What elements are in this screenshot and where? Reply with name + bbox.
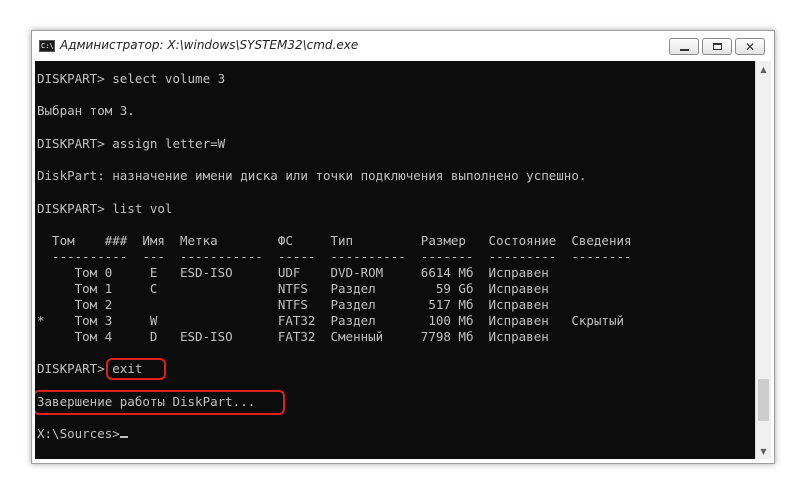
table-separator: ---------- --- ----------- ----- -------… <box>37 249 632 264</box>
table-row: * Том 3 W FAT32 Раздел 100 Мб Исправен С… <box>37 313 624 328</box>
table-row: Том 2 NTFS Раздел 517 Мб Исправен <box>37 297 549 312</box>
cmd-window: C:\ Администратор: X:\windows\SYSTEM32\c… <box>31 30 775 464</box>
table-row: Том 1 C NTFS Раздел 59 Gб Исправен <box>37 281 549 296</box>
maximize-icon <box>712 43 722 50</box>
table-header: Том ### Имя Метка ФС Тип Размер Состояни… <box>37 233 632 248</box>
console-line: DISKPART> assign letter=W <box>37 136 226 151</box>
scroll-down-icon[interactable]: ▼ <box>756 443 771 459</box>
maximize-button[interactable] <box>702 38 732 55</box>
cmd-app-icon[interactable]: C:\ <box>39 40 55 52</box>
title-bar[interactable]: C:\ Администратор: X:\windows\SYSTEM32\c… <box>32 31 774 61</box>
highlight-exit-message <box>35 390 285 415</box>
vertical-scrollbar[interactable]: ▲ ▼ <box>755 61 771 459</box>
close-icon: ✕ <box>744 39 756 54</box>
console-line: DISKPART> select volume 3 <box>37 71 226 86</box>
window-title: Администратор: X:\windows\SYSTEM32\cmd.e… <box>60 38 359 52</box>
prompt-line[interactable]: X:\Sources> <box>37 426 128 442</box>
console-line: Выбран том 3. <box>37 103 135 118</box>
prompt-text: X:\Sources> <box>37 426 120 441</box>
table-row: Том 0 E ESD-ISO UDF DVD-ROM 6614 Мб Испр… <box>37 265 549 280</box>
console-output[interactable]: DISKPART> select volume 3 Выбран том 3. … <box>35 61 755 459</box>
table-row: Том 4 D ESD-ISO FAT32 Сменный 7798 Мб Ис… <box>37 329 549 344</box>
console-line: DiskPart: назначение имени диска или точ… <box>37 168 587 183</box>
minimize-button[interactable] <box>669 38 699 55</box>
text-cursor <box>119 436 128 438</box>
minimize-icon <box>679 48 689 51</box>
close-button[interactable]: ✕ <box>735 38 765 55</box>
console-line: DISKPART> list vol <box>37 201 173 216</box>
scrollbar-thumb[interactable] <box>758 379 769 421</box>
highlight-exit-command <box>106 358 166 380</box>
scroll-up-icon[interactable]: ▲ <box>756 61 771 77</box>
